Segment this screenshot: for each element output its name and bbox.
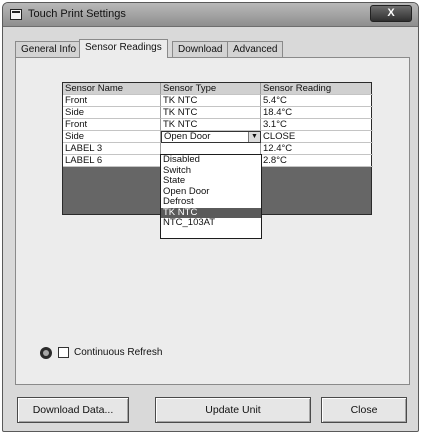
- sensor-reading-cell: 2.8°C: [261, 155, 373, 167]
- sensor-reading-cell: CLOSE: [261, 131, 373, 143]
- dropdown-option-defrost[interactable]: Defrost: [161, 196, 261, 208]
- update-unit-button[interactable]: Update Unit: [155, 397, 311, 423]
- refresh-indicator-icon: [40, 347, 52, 359]
- chevron-down-icon[interactable]: ▼: [248, 132, 260, 142]
- continuous-refresh-label[interactable]: Continuous Refresh: [74, 346, 162, 360]
- header-sensor-reading: Sensor Reading: [261, 83, 373, 95]
- download-data-button[interactable]: Download Data...: [17, 397, 129, 423]
- combobox-value: Open Door: [164, 131, 211, 142]
- title-bar: Touch Print Settings X: [3, 3, 418, 27]
- sensor-reading-cell: 12.4°C: [261, 143, 373, 155]
- sensor-reading-cell: 3.1°C: [261, 119, 373, 131]
- dropdown-option-state[interactable]: State: [161, 175, 261, 187]
- grid-header-row: Sensor Name Sensor Type Sensor Reading: [63, 83, 373, 95]
- window-close-button[interactable]: X: [370, 5, 412, 22]
- tab-general-info[interactable]: General Info: [15, 41, 83, 57]
- sensor-name-cell[interactable]: Front: [63, 95, 161, 107]
- header-sensor-name: Sensor Name: [63, 83, 161, 95]
- settings-window: Touch Print Settings X General Info Sens…: [2, 2, 419, 432]
- sensor-reading-cell: 18.4°C: [261, 107, 373, 119]
- sensor-readings-panel: Sensor Name Sensor Type Sensor Reading F…: [15, 57, 410, 385]
- tab-strip: General Info Sensor Readings Download Ad…: [15, 39, 410, 58]
- tab-sensor-readings[interactable]: Sensor Readings: [79, 39, 168, 58]
- sensor-type-cell[interactable]: TK NTC: [161, 95, 261, 107]
- table-row[interactable]: Front TK NTC 5.4°C: [63, 95, 373, 107]
- sensor-name-cell[interactable]: LABEL 6: [63, 155, 161, 167]
- close-button[interactable]: Close: [321, 397, 407, 423]
- sensor-reading-cell: 5.4°C: [261, 95, 373, 107]
- table-row[interactable]: Side TK NTC 18.4°C: [63, 107, 373, 119]
- tab-advanced[interactable]: Advanced: [227, 41, 284, 57]
- dropdown-option-ntc-103at[interactable]: NTC_103AT: [161, 217, 261, 229]
- sensor-type-cell[interactable]: TK NTC: [161, 119, 261, 131]
- sensor-name-cell[interactable]: Side: [63, 131, 161, 143]
- sensor-name-cell[interactable]: Side: [63, 107, 161, 119]
- app-icon: [10, 9, 22, 20]
- sensor-type-cell[interactable]: TK NTC: [161, 107, 261, 119]
- header-sensor-type: Sensor Type: [161, 83, 261, 95]
- sensor-name-cell[interactable]: LABEL 3: [63, 143, 161, 155]
- continuous-refresh-checkbox[interactable]: [58, 347, 69, 358]
- tab-download[interactable]: Download: [172, 41, 229, 57]
- dropdown-option-disabled[interactable]: Disabled: [161, 154, 261, 166]
- table-row[interactable]: Front TK NTC 3.1°C: [63, 119, 373, 131]
- window-title: Touch Print Settings: [28, 8, 126, 20]
- sensor-type-combobox[interactable]: Open Door ▼: [161, 131, 261, 143]
- table-row[interactable]: Side Open Door ▼ CLOSE: [63, 131, 373, 143]
- sensor-type-dropdown-list[interactable]: Disabled Switch State Open Door Defrost …: [160, 154, 262, 239]
- sensor-name-cell[interactable]: Front: [63, 119, 161, 131]
